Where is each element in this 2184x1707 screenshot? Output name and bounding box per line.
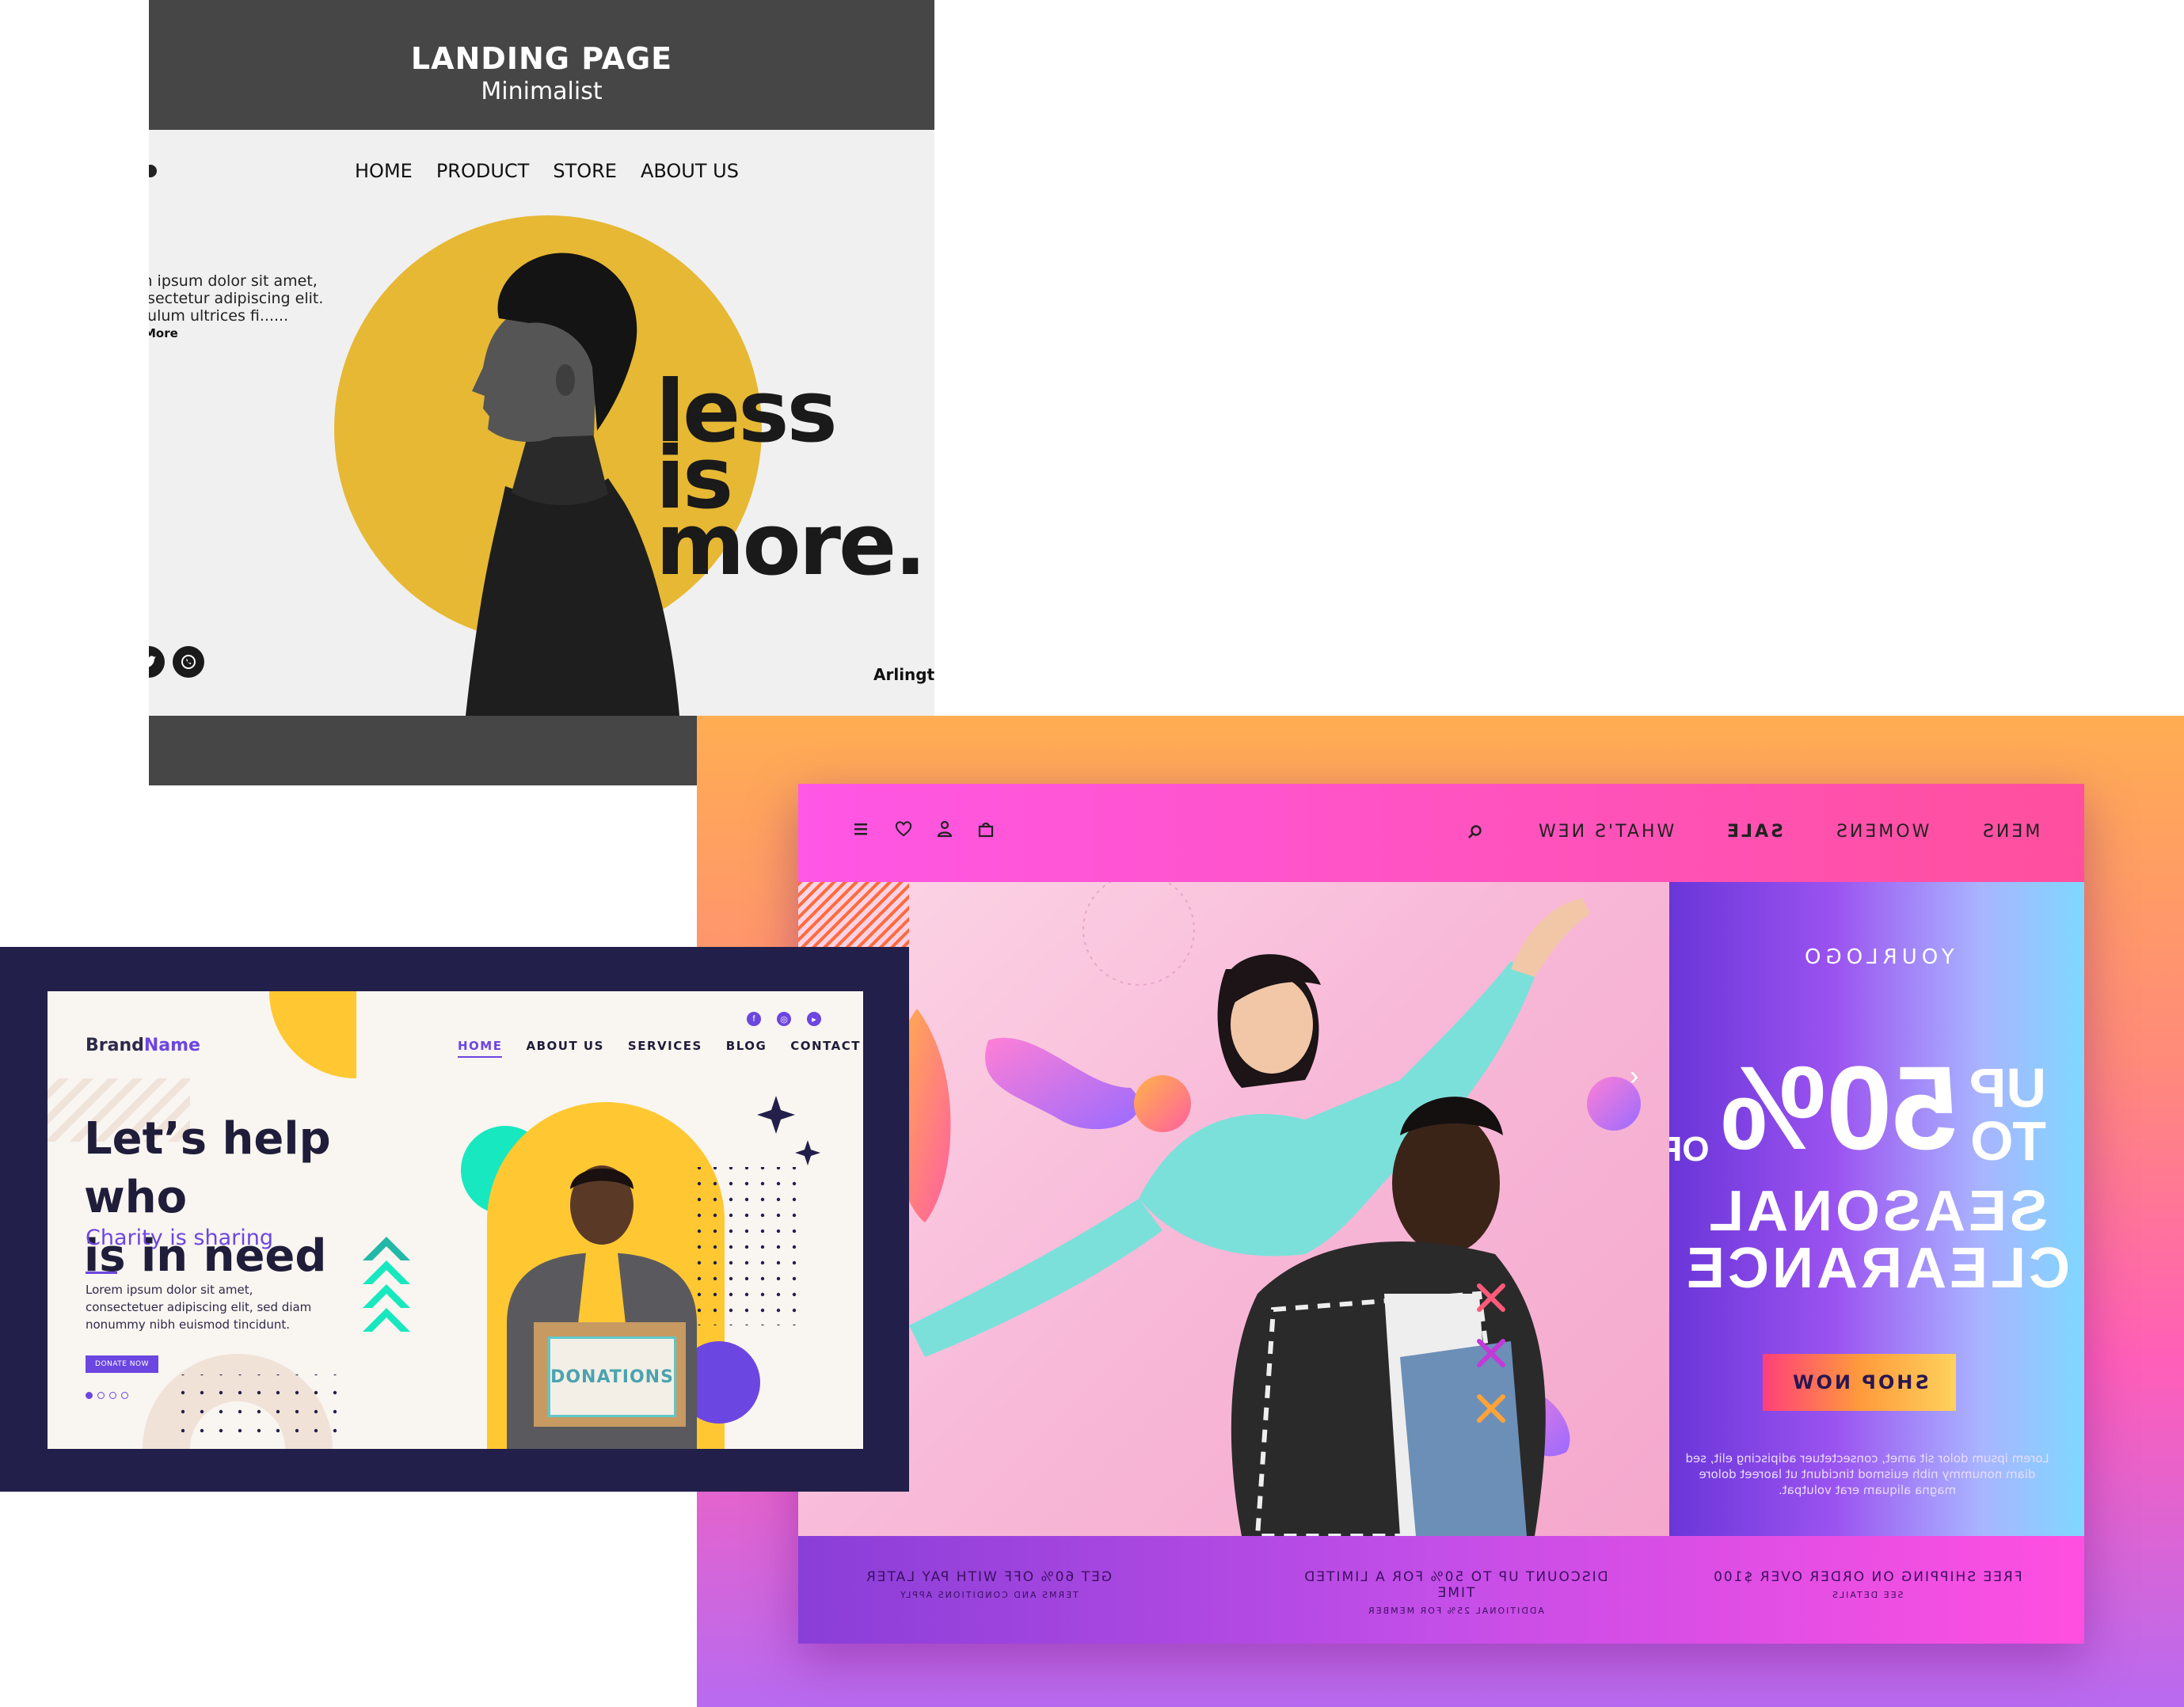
charity-landing-card: BrandName f ◎ ▸ HOME ABOUT US SERVICES B… <box>0 947 909 1492</box>
footer-shipping-title: FREE SHIPPING ON ORDER OVER $100 <box>1712 1569 2022 1585</box>
promo-up: UP <box>1969 1057 2046 1119</box>
nav-icons <box>852 819 996 839</box>
fine-print-text: Lorem ipsum dolor sit amet, consectetuer… <box>1685 1451 2049 1497</box>
minimalist-landing-card: LANDING PAGE Minimalist HOME PRODUCT STO… <box>149 0 934 785</box>
carousel-dot-2[interactable] <box>97 1392 105 1399</box>
minimalist-nav: HOME PRODUCT STORE ABOUT US <box>355 160 739 182</box>
nav-home[interactable]: HOME <box>458 1039 503 1058</box>
intro-paragraph: m ipsum dolor sit amet, nsectetur adipis… <box>149 272 324 325</box>
brand-logo[interactable]: BrandName <box>86 1036 200 1055</box>
charity-page-preview: BrandName f ◎ ▸ HOME ABOUT US SERVICES B… <box>48 991 863 1449</box>
nav-product[interactable]: PRODUCT <box>436 160 530 182</box>
footer-shipping-sub[interactable]: SEE DETAILS <box>1831 1590 1904 1600</box>
user-icon[interactable] <box>934 819 955 839</box>
fashion-page-preview: WHAT'S NEW SALE WOMENS MENS YOURLOGO UP … <box>798 784 2084 1644</box>
promo-clearance: CLEARANCE <box>1683 1237 2070 1300</box>
youtube-icon[interactable]: ▸ <box>807 1012 821 1026</box>
promo-headline: UP TO 50% OFF <box>1669 1041 2046 1174</box>
headline-line-2: more. <box>656 496 926 595</box>
footer-item-shipping: FREE SHIPPING ON ORDER OVER $100 SEE DET… <box>1701 1569 2034 1601</box>
card-title: LANDING PAGE <box>410 41 673 76</box>
couple-illustration <box>798 882 1641 1536</box>
brand-part-2: Name <box>143 1036 200 1055</box>
fashion-footer-strip: FREE SHIPPING ON ORDER OVER $100 SEE DET… <box>798 1536 2084 1644</box>
carousel-dot-3[interactable] <box>109 1392 116 1399</box>
promo-fine-print: Lorem ipsum dolor sit amet, consectetuer… <box>1685 1450 2049 1498</box>
footer-paylater-sub[interactable]: TERMS AND CONDITIONS APPLY <box>899 1590 1079 1600</box>
fashion-nav-menu: WHAT'S NEW SALE WOMENS MENS <box>1465 822 2040 842</box>
donate-now-button[interactable]: DONATE NOW <box>86 1355 158 1373</box>
logo-mark <box>149 165 157 177</box>
promo-off: OFF <box>1669 1130 1710 1169</box>
nav-mens[interactable]: MENS <box>1980 822 2040 842</box>
minimalist-page-preview: HOME PRODUCT STORE ABOUT US m ipsum dolo… <box>149 130 934 716</box>
hero-headline: Let’s help who is in need <box>84 1110 448 1286</box>
footer-paylater-title: GET 60% OFF WITH PAY LATER <box>865 1569 1112 1585</box>
search-icon[interactable] <box>1465 822 1486 842</box>
logo-text: YOURLOGO <box>1799 945 1954 969</box>
nav-about-us[interactable]: ABOUT US <box>526 1039 603 1058</box>
read-more-link[interactable]: More <box>149 326 178 340</box>
instagram-icon[interactable]: ◎ <box>777 1012 791 1026</box>
facebook-icon[interactable]: f <box>747 1012 761 1026</box>
nav-store[interactable]: STORE <box>553 160 617 182</box>
nav-home[interactable]: HOME <box>355 160 413 182</box>
nav-sale[interactable]: SALE <box>1725 822 1783 842</box>
nav-womens[interactable]: WOMENS <box>1834 822 1929 842</box>
heart-icon[interactable] <box>893 819 914 839</box>
twitter-icon[interactable] <box>149 646 165 678</box>
bag-icon[interactable] <box>976 819 996 839</box>
carousel-dot-4[interactable] <box>121 1392 128 1399</box>
promo-seasonal: SEASONAL <box>1705 1180 2049 1243</box>
chevron-right-icon[interactable]: › <box>1630 1061 1638 1092</box>
hero-photo-area <box>798 882 1669 1536</box>
nav-contact[interactable]: CONTACT <box>790 1039 861 1058</box>
charity-nav: HOME ABOUT US SERVICES BLOG CONTACT <box>458 1039 861 1058</box>
hero-body-text: Lorem ipsum dolor sit amet, consectetuer… <box>86 1283 312 1332</box>
carousel-dot-1[interactable] <box>86 1392 93 1399</box>
nav-blog[interactable]: BLOG <box>726 1039 767 1058</box>
menu-icon[interactable] <box>852 819 873 839</box>
social-links <box>149 646 204 678</box>
whatsapp-icon[interactable] <box>173 646 204 678</box>
footer-item-paylater: GET 60% OFF WITH PAY LATER TERMS AND CON… <box>822 1569 1155 1601</box>
location-text: Arlingto <box>873 665 934 684</box>
hero-subheadline: Charity is sharing <box>86 1226 273 1250</box>
promo-subhead: SEASONAL CLEARANCE <box>1669 1180 2084 1300</box>
card-subtitle: Minimalist <box>481 78 603 105</box>
shop-now-label: SHOP NOW <box>1790 1371 1929 1393</box>
promo-to: TO <box>1970 1109 2046 1172</box>
nav-whats-new[interactable]: WHAT'S NEW <box>1536 822 1674 842</box>
brand-part-1: Brand <box>86 1036 144 1055</box>
brand-logo: YOURLOGO <box>1669 945 2084 969</box>
headline-line-1: less is <box>656 363 838 529</box>
divider <box>86 1272 117 1274</box>
donation-box-label: DONATIONS <box>548 1336 676 1417</box>
nav-services[interactable]: SERVICES <box>628 1039 702 1058</box>
headline-line-1: Let’s help who <box>84 1113 331 1223</box>
fashion-sale-card: WHAT'S NEW SALE WOMENS MENS YOURLOGO UP … <box>697 716 2184 1707</box>
charity-social-links: f ◎ ▸ <box>747 1012 821 1026</box>
promo-panel: YOURLOGO UP TO 50% OFF SEASONAL CLEARANC… <box>1669 882 2084 1536</box>
promo-percent: 50% <box>1720 1041 1958 1174</box>
footer-discount-title: DISCOUNT UP TO 50% FOR A LIMITED TIME <box>1303 1569 1608 1601</box>
carousel-dots <box>86 1392 128 1399</box>
nav-about-us[interactable]: ABOUT US <box>641 160 739 182</box>
shop-now-button[interactable]: SHOP NOW <box>1763 1354 1956 1411</box>
fashion-navbar: WHAT'S NEW SALE WOMENS MENS <box>798 784 2084 882</box>
footer-item-discount: DISCOUNT UP TO 50% FOR A LIMITED TIME AD… <box>1289 1569 1622 1617</box>
person-profile-silhouette <box>466 253 679 716</box>
footer-discount-sub: ADDITIONAL 25% FOR MEMBER <box>1367 1606 1544 1616</box>
hero-headline: less is more. <box>656 363 934 595</box>
